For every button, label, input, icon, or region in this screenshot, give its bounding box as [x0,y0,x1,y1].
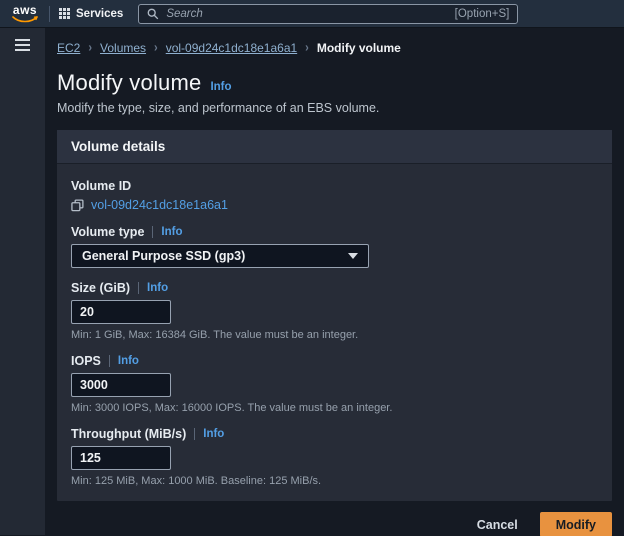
volume-type-selected-value: General Purpose SSD (gp3) [82,249,246,263]
iops-label: IOPS [71,354,101,368]
iops-field: IOPS Info Min: 3000 IOPS, Max: 16000 IOP… [71,354,598,414]
size-info-link[interactable]: Info [147,282,168,294]
menu-hamburger-icon[interactable] [15,39,30,51]
aws-logo[interactable]: aws [10,2,40,23]
top-navigation: aws Services Search [Option+S] [0,0,624,28]
iops-info-link[interactable]: Info [118,355,139,367]
services-grid-icon [59,8,70,19]
volume-type-info-link[interactable]: Info [161,226,182,238]
form-actions: Cancel Modify [57,512,612,536]
breadcrumb: EC2 › Volumes › vol-09d24c1dc18e1a6a1 › … [57,41,612,55]
label-info-divider [138,282,140,294]
volume-id-label: Volume ID [71,179,132,193]
label-info-divider [108,355,110,367]
page-title: Modify volume [57,70,202,95]
topbar-divider [49,5,50,22]
volume-type-label: Volume type [71,225,145,239]
aws-logo-text: aws [12,2,38,17]
throughput-field: Throughput (MiB/s) Info Min: 125 MiB, Ma… [71,427,598,487]
search-shortcut-hint: [Option+S] [454,7,510,20]
global-search-input[interactable]: Search [Option+S] [138,3,519,24]
services-menu-button[interactable]: Services [59,8,123,20]
iops-constraint-hint: Min: 3000 IOPS, Max: 16000 IOPS. The val… [71,402,393,414]
side-navigation [0,28,45,535]
iops-input[interactable] [71,373,171,397]
size-label: Size (GiB) [71,281,131,295]
breadcrumb-separator: › [88,40,93,56]
search-placeholder: Search [166,7,203,20]
size-field: Size (GiB) Info Min: 1 GiB, Max: 16384 G… [71,281,598,341]
breadcrumb-separator: › [305,40,309,56]
page-header: Modify volume Info Modify the type, size… [57,70,612,115]
throughput-input[interactable] [71,446,171,470]
breadcrumb-link-ec2[interactable]: EC2 [57,41,80,55]
volume-details-panel: Volume details Volume ID vol-09d24c1dc18… [57,130,612,501]
panel-body: Volume ID vol-09d24c1dc18e1a6a1 Volume t… [57,164,612,501]
page-layout: EC2 › Volumes › vol-09d24c1dc18e1a6a1 › … [0,28,624,536]
modify-button[interactable]: Modify [539,512,612,536]
volume-type-field: Volume type Info General Purpose SSD (gp… [71,225,598,268]
aws-smile-icon [12,15,38,22]
volume-id-link[interactable]: vol-09d24c1dc18e1a6a1 [91,198,228,212]
size-input[interactable] [71,300,171,324]
services-label: Services [76,7,124,20]
breadcrumb-current-page: Modify volume [316,41,401,55]
throughput-constraint-hint: Min: 125 MiB, Max: 1000 MiB. Baseline: 1… [71,475,322,487]
size-constraint-hint: Min: 1 GiB, Max: 16384 GiB. The value mu… [71,329,359,341]
main-content: EC2 › Volumes › vol-09d24c1dc18e1a6a1 › … [45,28,624,536]
page-description: Modify the type, size, and performance o… [57,101,380,115]
label-info-divider [152,226,154,238]
search-icon [147,8,159,19]
breadcrumb-link-volume-id[interactable]: vol-09d24c1dc18e1a6a1 [166,41,297,55]
throughput-info-link[interactable]: Info [203,428,224,440]
breadcrumb-separator: › [154,40,158,56]
throughput-label: Throughput (MiB/s) [71,427,187,441]
volume-type-select[interactable]: General Purpose SSD (gp3) [71,244,369,268]
caret-down-icon [348,253,358,259]
label-info-divider [194,428,196,440]
volume-id-field: Volume ID vol-09d24c1dc18e1a6a1 [71,179,598,212]
cancel-button[interactable]: Cancel [475,513,520,536]
breadcrumb-link-volumes[interactable]: Volumes [100,41,146,55]
page-title-info-link[interactable]: Info [210,81,231,93]
panel-header-title: Volume details [57,130,612,164]
copy-icon[interactable] [71,198,84,212]
